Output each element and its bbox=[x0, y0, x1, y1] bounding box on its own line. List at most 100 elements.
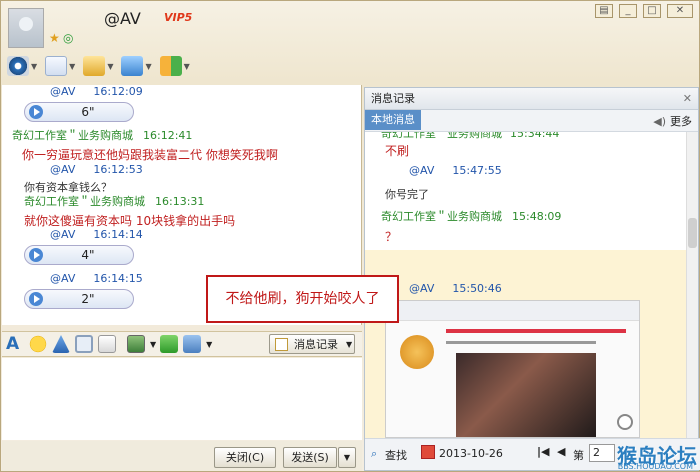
history-title-bar: 消息记录 ✕ bbox=[365, 88, 698, 110]
chevron-down-icon[interactable]: ▼ bbox=[184, 62, 190, 71]
sender-name: @AV bbox=[50, 228, 76, 241]
history-button-label: 消息记录 bbox=[294, 338, 338, 351]
history-title: 消息记录 bbox=[371, 92, 415, 105]
skin-button[interactable]: ▤ bbox=[595, 4, 613, 18]
play-icon[interactable] bbox=[29, 292, 43, 306]
message-time: 16:14:15 bbox=[93, 272, 143, 285]
chat-message: 奇幻工作室＂业务购商城 16:13:31 就你这傻逼有资本吗 10块钱拿的出手吗 bbox=[2, 193, 361, 229]
calendar-icon[interactable] bbox=[421, 445, 435, 459]
scroll-thumb[interactable] bbox=[688, 218, 697, 248]
send-options-dropdown[interactable]: ▼ bbox=[338, 447, 356, 468]
sender-name: @AV bbox=[50, 85, 76, 98]
play-icon[interactable] bbox=[29, 105, 43, 119]
history-entry-header: @AV 15:47:55 bbox=[409, 164, 502, 177]
remote-desktop-icon[interactable] bbox=[121, 56, 144, 76]
message-text: 就你这傻逼有资本吗 10块钱拿的出手吗 bbox=[24, 214, 236, 228]
music-icon[interactable] bbox=[160, 335, 179, 353]
sender-name: @AV bbox=[409, 282, 435, 295]
sender-name: 奇幻工作室＂业务购商城 bbox=[381, 132, 502, 140]
tab-local-messages[interactable]: 本地消息 bbox=[365, 110, 421, 130]
voice-message[interactable]: 6" bbox=[24, 102, 134, 122]
date-label[interactable]: 2013-10-26 bbox=[439, 447, 503, 460]
message-time: 16:12:53 bbox=[93, 163, 143, 176]
history-entry-text: ？ bbox=[385, 230, 398, 244]
voice-duration: 2" bbox=[81, 292, 95, 306]
note-icon[interactable] bbox=[98, 335, 116, 353]
chevron-down-icon[interactable]: ▼ bbox=[69, 62, 75, 71]
voice-message[interactable]: 4" bbox=[24, 245, 134, 265]
more-label: 更多 bbox=[670, 115, 692, 128]
send-button[interactable]: 发送(S) bbox=[283, 447, 337, 468]
message-time: 16:14:14 bbox=[93, 228, 143, 241]
history-entry-text: 你号完了 bbox=[385, 188, 429, 201]
font-icon[interactable]: A bbox=[6, 335, 24, 353]
chevron-down-icon[interactable]: ▼ bbox=[31, 62, 37, 71]
sender-name: @AV bbox=[50, 272, 76, 285]
sender-name: 奇幻工作室＂业务购商城 bbox=[381, 210, 502, 223]
history-entry-header: 奇幻工作室＂业务购商城 15:48:09 bbox=[381, 208, 561, 224]
zoom-icon[interactable] bbox=[617, 414, 633, 430]
profile-avatar-image bbox=[400, 335, 434, 369]
status-icon: ◎ bbox=[63, 31, 74, 45]
chat-message: @AV 16:12:53 你有资本拿钱么？ bbox=[2, 163, 361, 195]
sender-name: 奇幻工作室＂业务购商城 bbox=[12, 129, 133, 142]
play-icon[interactable] bbox=[29, 248, 43, 262]
close-window-button[interactable]: ✕ bbox=[667, 4, 693, 18]
avatar[interactable] bbox=[8, 8, 44, 48]
more-menu[interactable]: ◀) 更多 bbox=[653, 113, 692, 129]
history-scrollbar[interactable] bbox=[686, 132, 698, 438]
sender-name: @AV bbox=[409, 164, 435, 177]
bottom-bar: 关闭(C) 发送(S) ▼ bbox=[2, 441, 362, 471]
message-history-button[interactable]: 消息记录 ▼ bbox=[269, 334, 355, 354]
prev-page-icon[interactable]: ◀ bbox=[557, 445, 565, 458]
history-entry-header: @AV 15:50:46 bbox=[409, 282, 502, 295]
chevron-down-icon[interactable]: ▼ bbox=[107, 62, 113, 71]
contact-nickname: @AV bbox=[104, 9, 141, 28]
message-time: 16:13:31 bbox=[155, 195, 205, 208]
image-icon[interactable] bbox=[127, 335, 145, 353]
chevron-down-icon: ▼ bbox=[346, 339, 353, 349]
history-entry-header: 奇幻工作室＂业务购商城 15:34:44 bbox=[381, 132, 559, 141]
microphone-icon[interactable] bbox=[45, 56, 68, 76]
message-time: 15:50:46 bbox=[452, 282, 502, 295]
minimize-button[interactable]: _ bbox=[619, 4, 637, 18]
top-toolbar: ▼ ▼ ▼ ▼ ▼ bbox=[7, 54, 198, 78]
shake-icon[interactable] bbox=[52, 335, 70, 353]
close-button[interactable]: 关闭(C) bbox=[214, 447, 276, 468]
voice-duration: 6" bbox=[81, 105, 95, 119]
message-input[interactable] bbox=[2, 358, 362, 440]
close-history-icon[interactable]: ✕ bbox=[683, 88, 692, 110]
annotation-callout: 不给他刷，狗开始咬人了 bbox=[206, 275, 399, 323]
search-icon[interactable]: ⌕ bbox=[371, 447, 377, 461]
file-transfer-icon[interactable] bbox=[83, 56, 106, 76]
history-icon bbox=[275, 337, 288, 351]
message-time: 15:48:09 bbox=[512, 210, 562, 223]
screenshot-image[interactable] bbox=[385, 300, 640, 438]
message-time: 15:47:55 bbox=[452, 164, 502, 177]
message-time: 16:12:41 bbox=[143, 129, 193, 142]
first-page-icon[interactable]: |◀ bbox=[537, 445, 549, 458]
webcam-icon[interactable] bbox=[7, 56, 29, 76]
search-label[interactable]: 查找 bbox=[385, 447, 407, 463]
screenshot-icon[interactable] bbox=[183, 335, 202, 353]
history-tab-bar: 本地消息 ◀) 更多 bbox=[365, 110, 698, 132]
message-time: 16:12:09 bbox=[93, 85, 143, 98]
chevron-down-icon[interactable]: ▼ bbox=[206, 340, 212, 349]
gif-icon[interactable] bbox=[75, 335, 93, 353]
emoji-icon[interactable] bbox=[29, 335, 47, 353]
chevron-down-icon[interactable]: ▼ bbox=[150, 340, 156, 349]
apps-icon[interactable] bbox=[159, 56, 182, 76]
sender-name: @AV bbox=[50, 163, 76, 176]
history-panel: 消息记录 ✕ 本地消息 ◀) 更多 奇幻工作室＂业务购商城 15:34:44 不刷 … bbox=[364, 87, 700, 471]
chat-message: @AV 16:12:09 6" bbox=[2, 85, 361, 122]
photo-image bbox=[456, 353, 596, 437]
maximize-button[interactable]: □ bbox=[643, 4, 661, 18]
history-list[interactable]: 奇幻工作室＂业务购商城 15:34:44 不刷 @AV 15:47:55 你号完了 … bbox=[365, 132, 687, 438]
voice-message[interactable]: 2" bbox=[24, 289, 134, 309]
history-entry-text: 不刷 bbox=[385, 144, 410, 158]
chevron-down-icon[interactable]: ▼ bbox=[145, 62, 151, 71]
sender-name: 奇幻工作室＂业务购商城 bbox=[24, 195, 145, 208]
page-input[interactable]: 2 bbox=[589, 444, 615, 462]
vip-badge: VIP5 bbox=[164, 11, 193, 24]
chat-message: 奇幻工作室＂业务购商城 16:12:41 你一穷逼玩意还他妈跟我装富二代 你想笑死… bbox=[2, 127, 361, 163]
